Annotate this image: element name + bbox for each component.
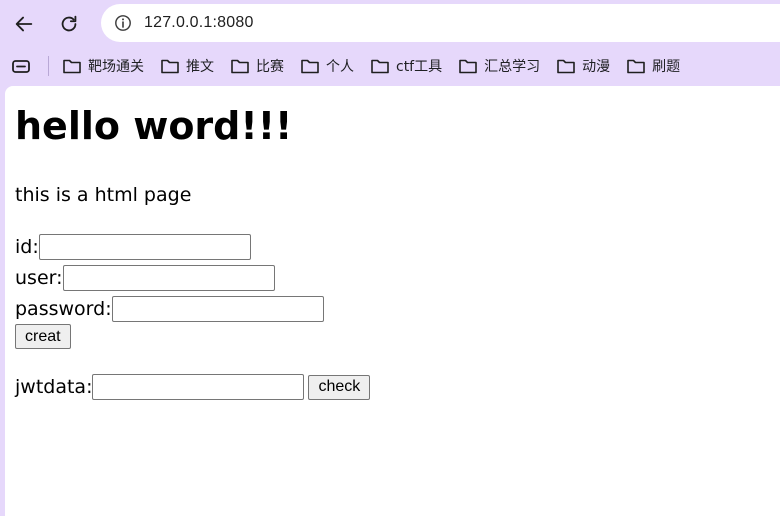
user-input[interactable] bbox=[62, 265, 275, 291]
bookmark-label: 比赛 bbox=[256, 59, 284, 75]
bookmark-folder-item[interactable]: 推文 bbox=[152, 52, 222, 80]
bookmark-label: 汇总学习 bbox=[484, 59, 541, 75]
password-label: password: bbox=[15, 298, 112, 320]
jwt-row: jwtdata: check bbox=[15, 374, 371, 400]
intro-text: this is a html page bbox=[15, 184, 192, 206]
jwt-input[interactable] bbox=[92, 374, 305, 400]
id-row: id: bbox=[15, 234, 251, 260]
page-viewport: hello word!!! this is a html page id: us… bbox=[5, 86, 780, 516]
bookmark-label: 刷题 bbox=[652, 59, 681, 75]
bookmark-folder-item[interactable]: 刷题 bbox=[618, 52, 688, 80]
check-button[interactable]: check bbox=[308, 374, 371, 400]
bookmark-list: 靶场通关 推文 比赛 个人 ctf工具 汇总学习 动漫 刷题 bbox=[54, 50, 688, 82]
folder-icon bbox=[627, 59, 645, 74]
password-row: password: bbox=[15, 296, 324, 322]
bookmark-folder-item[interactable]: 靶场通关 bbox=[54, 52, 152, 80]
jwt-label: jwtdata: bbox=[15, 376, 93, 398]
folder-icon bbox=[371, 59, 389, 74]
bookmark-folder-item[interactable]: ctf工具 bbox=[362, 52, 450, 80]
bookmark-folder-item[interactable]: 汇总学习 bbox=[450, 52, 548, 80]
url-text[interactable]: 127.0.0.1:8080 bbox=[144, 14, 254, 32]
create-button[interactable]: creat bbox=[15, 324, 71, 349]
bookmark-label: ctf工具 bbox=[396, 59, 443, 75]
bookmark-folder-item[interactable]: 动漫 bbox=[548, 52, 618, 80]
password-input[interactable] bbox=[111, 296, 324, 322]
arrow-left-icon bbox=[15, 16, 33, 32]
bookmark-folder-item[interactable]: 比赛 bbox=[222, 52, 292, 80]
folder-icon bbox=[63, 59, 81, 74]
create-row: creat bbox=[15, 324, 71, 349]
folder-icon bbox=[459, 59, 477, 74]
address-bar[interactable]: 127.0.0.1:8080 bbox=[101, 4, 780, 42]
bookmarks-separator bbox=[48, 56, 49, 76]
user-row: user: bbox=[15, 265, 275, 291]
folder-icon bbox=[557, 59, 575, 74]
page-heading: hello word!!! bbox=[15, 104, 293, 148]
bookmark-label: 动漫 bbox=[582, 59, 611, 75]
back-button[interactable] bbox=[7, 7, 41, 41]
folder-icon bbox=[161, 59, 179, 74]
id-label: id: bbox=[15, 236, 39, 258]
bookmark-label: 推文 bbox=[186, 59, 214, 75]
bookmarks-bar: 靶场通关 推文 比赛 个人 ctf工具 汇总学习 动漫 刷题 bbox=[0, 50, 780, 82]
bookmark-label: 个人 bbox=[326, 59, 354, 75]
bookmark-label: 靶场通关 bbox=[88, 59, 144, 75]
reload-button[interactable] bbox=[52, 7, 86, 41]
bookmark-folder-item[interactable]: 个人 bbox=[292, 52, 362, 80]
browser-toolbar: 127.0.0.1:8080 bbox=[0, 0, 780, 46]
tab-groups-icon[interactable] bbox=[10, 56, 32, 76]
id-input[interactable] bbox=[38, 234, 251, 260]
user-label: user: bbox=[15, 267, 63, 289]
folder-icon bbox=[231, 59, 249, 74]
reload-icon bbox=[61, 15, 77, 32]
folder-icon bbox=[301, 59, 319, 74]
site-info-icon[interactable] bbox=[113, 13, 133, 33]
